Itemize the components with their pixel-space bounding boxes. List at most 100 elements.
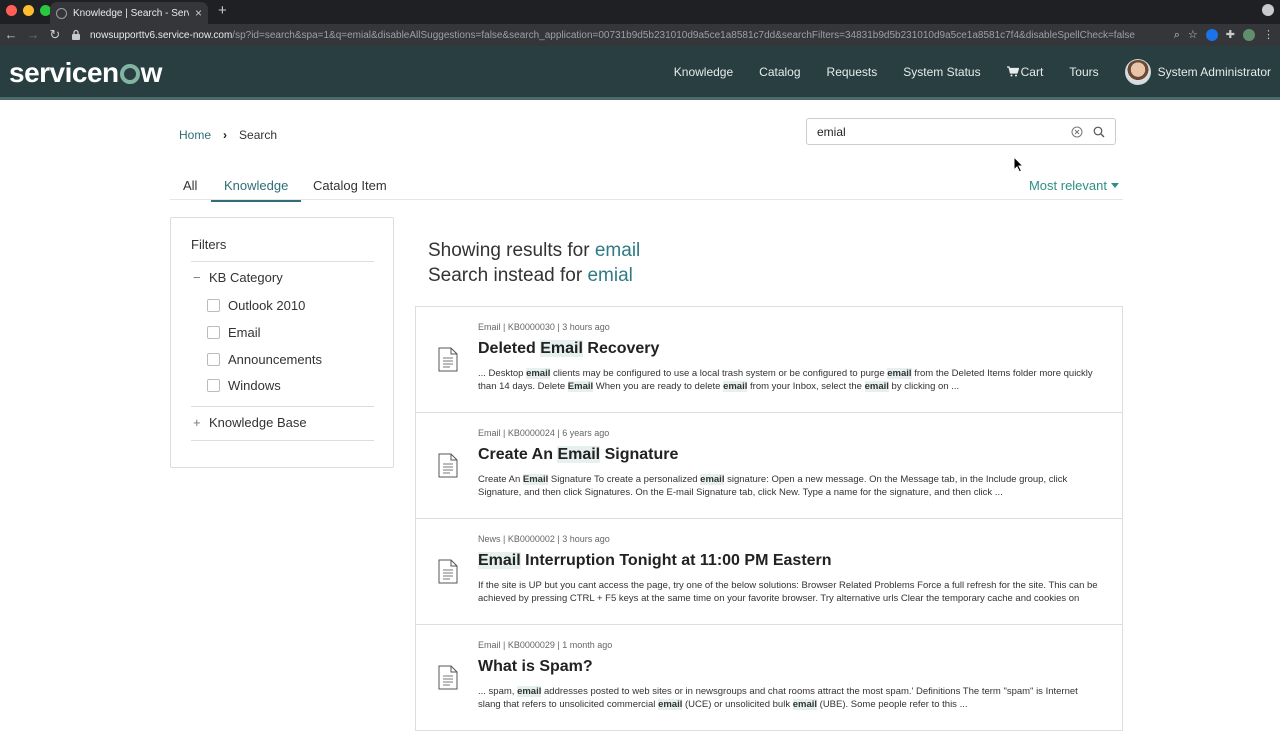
- user-name: System Administrator: [1157, 64, 1271, 79]
- filters-panel: Filters − KB Category Outlook 2010 Email…: [170, 217, 394, 468]
- url-field[interactable]: nowsupporttv6.service-now.com/sp?id=sear…: [70, 26, 1150, 44]
- checkbox[interactable]: [207, 353, 220, 366]
- address-bar: ← → ↻ nowsupporttv6.service-now.com/sp?i…: [0, 24, 1280, 46]
- sort-label: Most relevant: [1028, 178, 1107, 193]
- nav-cart[interactable]: Cart: [1006, 65, 1043, 79]
- clear-search-icon[interactable]: [1071, 126, 1083, 138]
- corrected-term-link[interactable]: email: [595, 240, 640, 261]
- document-icon: [438, 559, 458, 584]
- filter-option-announcements[interactable]: Announcements: [207, 352, 322, 367]
- result-card[interactable]: Email | KB0000029 | 1 month ago What is S…: [416, 625, 1122, 731]
- url-text: nowsupporttv6.service-now.com/sp?id=sear…: [90, 30, 1135, 41]
- collapse-minus-icon[interactable]: −: [193, 270, 207, 285]
- filter-group-kb-category[interactable]: − KB Category: [193, 270, 283, 285]
- filter-option-email[interactable]: Email: [207, 325, 261, 340]
- result-title-link[interactable]: Deleted Email Recovery: [478, 340, 659, 358]
- nav-knowledge[interactable]: Knowledge: [674, 65, 733, 79]
- divider: [191, 440, 374, 441]
- result-card[interactable]: Email | KB0000024 | 6 years ago Create An…: [416, 413, 1122, 519]
- result-title-highlight: Email: [557, 446, 601, 463]
- forward-arrow-icon[interactable]: →: [22, 24, 44, 46]
- result-title-link[interactable]: Email Interruption Tonight at 11:00 PM E…: [478, 552, 832, 570]
- result-title-start: Deleted: [478, 340, 541, 357]
- nav-system-status[interactable]: System Status: [903, 65, 980, 79]
- reload-icon[interactable]: ↻: [44, 24, 66, 46]
- result-title-link[interactable]: What is Spam?: [478, 658, 593, 676]
- user-menu[interactable]: System Administrator: [1124, 58, 1271, 85]
- filter-group-knowledge-base[interactable]: + Knowledge Base: [193, 415, 307, 430]
- checkbox[interactable]: [207, 379, 220, 392]
- minimize-window-button[interactable]: [23, 5, 34, 16]
- filter-option-label: Announcements: [228, 352, 322, 367]
- result-title-end: Recovery: [582, 340, 660, 357]
- result-meta: Email | KB0000030 | 3 hours ago: [478, 322, 610, 332]
- result-title-link[interactable]: Create An Email Signature: [478, 446, 678, 464]
- result-snippet: Create An Email Signature To create a pe…: [478, 474, 1068, 498]
- result-snippet: ... spam, email addresses posted to web …: [478, 686, 1078, 710]
- bookmark-star-icon[interactable]: ☆: [1188, 29, 1198, 41]
- search-input[interactable]: [817, 124, 1071, 139]
- profile-avatar-icon[interactable]: [1243, 29, 1255, 41]
- expand-plus-icon[interactable]: +: [193, 415, 207, 430]
- profile-dot-icon[interactable]: [1262, 4, 1274, 16]
- cart-icon: [1006, 66, 1019, 77]
- filter-option-label: Outlook 2010: [228, 298, 306, 313]
- breadcrumb-home[interactable]: Home: [179, 128, 211, 142]
- nav-catalog[interactable]: Catalog: [759, 65, 800, 79]
- result-snippet: ... Desktop email clients may be configu…: [478, 368, 1093, 392]
- search-icon[interactable]: [1093, 126, 1105, 138]
- filter-group-label: Knowledge Base: [209, 415, 307, 430]
- browser-tab-bar: Knowledge | Search - Service Now × +: [0, 0, 1280, 24]
- zoom-icon[interactable]: ⌕: [1174, 29, 1180, 41]
- browser-toolbar-icons: ⌕ ☆ ✚ ⋮: [1174, 26, 1274, 44]
- url-path: /sp?id=search&spa=1&q=emial&disableAllSu…: [232, 29, 1135, 41]
- caret-down-icon: [1111, 183, 1119, 188]
- filter-option-outlook-2010[interactable]: Outlook 2010: [207, 298, 305, 313]
- avatar: [1124, 58, 1151, 85]
- result-tabs: All Knowledge Catalog Item Most relevant: [170, 170, 1123, 202]
- search-instead-prefix: Search instead for: [428, 265, 588, 286]
- search-box: [806, 118, 1116, 145]
- new-tab-icon[interactable]: +: [218, 3, 227, 18]
- result-card[interactable]: Email | KB0000030 | 3 hours ago Deleted E…: [416, 307, 1122, 413]
- checkbox[interactable]: [207, 299, 220, 312]
- result-card[interactable]: News | KB0000002 | 3 hours ago Email Inte…: [416, 519, 1122, 625]
- result-meta: Email | KB0000024 | 6 years ago: [478, 428, 610, 438]
- checkbox[interactable]: [207, 326, 220, 339]
- tab-knowledge[interactable]: Knowledge: [211, 178, 302, 202]
- sort-dropdown[interactable]: Most relevant: [1029, 178, 1119, 193]
- tab-catalog-item[interactable]: Catalog Item: [313, 178, 387, 199]
- logo-text-end: w: [140, 57, 163, 88]
- puzzle-extensions-icon[interactable]: ✚: [1226, 29, 1235, 41]
- nav-requests[interactable]: Requests: [827, 65, 878, 79]
- original-term-link[interactable]: emial: [587, 265, 632, 286]
- result-meta: Email | KB0000029 | 1 month ago: [478, 640, 613, 650]
- site-header: servicen w Knowledge Catalog Requests Sys…: [0, 46, 1280, 100]
- spelling-suggestion: Showing results for email Search instead…: [428, 238, 640, 288]
- tab-all[interactable]: All: [183, 178, 197, 199]
- search-instead-line: Search instead for emial: [428, 263, 640, 288]
- filter-option-label: Email: [228, 325, 261, 340]
- result-title-end: Signature: [600, 446, 679, 463]
- result-title-start: Create An: [478, 446, 558, 463]
- back-arrow-icon[interactable]: ←: [0, 24, 22, 46]
- menu-dots-icon[interactable]: ⋮: [1263, 29, 1274, 41]
- favicon-icon: [56, 7, 67, 19]
- breadcrumb-current: Search: [239, 128, 278, 142]
- result-title-end: Interruption Tonight at 11:00 PM Eastern: [520, 552, 832, 569]
- extension-icon[interactable]: [1205, 29, 1218, 41]
- tab-title: Knowledge | Search - Service Now: [73, 7, 189, 19]
- divider: [191, 261, 374, 262]
- close-window-button[interactable]: [6, 5, 17, 16]
- tab-close-icon[interactable]: ×: [195, 7, 202, 19]
- filter-option-windows[interactable]: Windows: [207, 378, 281, 393]
- browser-tab[interactable]: Knowledge | Search - Service Now ×: [50, 2, 208, 24]
- result-meta: News | KB0000002 | 3 hours ago: [478, 534, 610, 544]
- result-snippet: If the site is UP but you cant access th…: [478, 580, 1098, 604]
- servicenow-logo[interactable]: servicen w: [9, 57, 162, 89]
- top-navigation: Knowledge Catalog Requests System Status…: [674, 46, 1280, 97]
- window-controls: [6, 5, 51, 16]
- nav-tours[interactable]: Tours: [1069, 65, 1098, 79]
- url-host: nowsupporttv6.service-now.com: [90, 29, 233, 41]
- filter-group-label: KB Category: [209, 270, 283, 285]
